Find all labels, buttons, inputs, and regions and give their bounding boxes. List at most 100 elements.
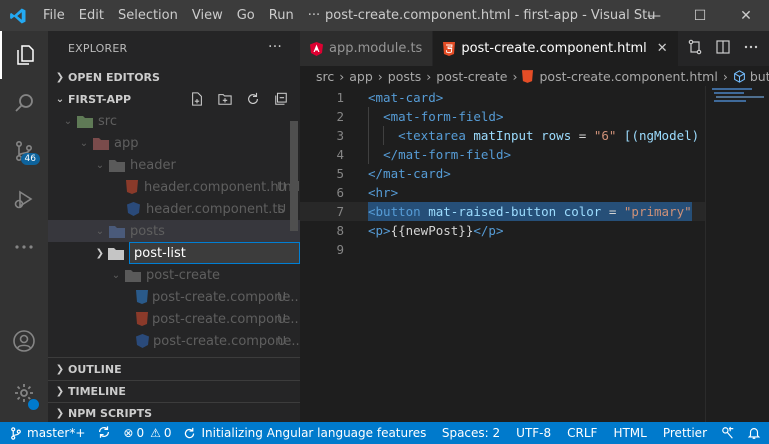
collapse-all-icon[interactable] bbox=[270, 92, 292, 106]
code-line[interactable]: 3 <textarea matInput rows = "6" [(ngMode… bbox=[300, 126, 705, 145]
tree-item-post-create[interactable]: ⌄ post-create bbox=[48, 264, 300, 286]
tree-item-header[interactable]: ⌄ header bbox=[48, 154, 300, 176]
code-line[interactable]: 4 </mat-form-field> bbox=[300, 145, 705, 164]
code-line[interactable]: 2 <mat-form-field> bbox=[300, 107, 705, 126]
menu-edit[interactable]: Edit bbox=[72, 0, 111, 31]
folder-icon bbox=[108, 158, 126, 172]
code-token: "6" bbox=[593, 128, 617, 143]
sync-status[interactable] bbox=[91, 422, 117, 444]
line-code: <button mat-raised-button color = "prima… bbox=[368, 202, 692, 221]
open-editors-section[interactable]: ❯ OPEN EDITORS bbox=[48, 66, 300, 88]
tree-item-label: posts bbox=[130, 223, 165, 239]
notifications-bell-icon[interactable] bbox=[741, 422, 769, 444]
breadcrumb-item[interactable]: posts bbox=[388, 69, 422, 84]
menu-more[interactable]: ··· bbox=[301, 0, 327, 31]
untracked-status: U bbox=[277, 290, 286, 304]
rename-input[interactable] bbox=[129, 242, 300, 264]
open-editors-label: OPEN EDITORS bbox=[68, 70, 160, 84]
chevron-down-icon: ⌄ bbox=[111, 269, 121, 281]
close-window-button[interactable]: ✕ bbox=[723, 0, 769, 31]
tree-item-header-ts[interactable]: header.component.ts U bbox=[48, 198, 300, 220]
settings-icon[interactable] bbox=[0, 369, 48, 417]
line-number: 2 bbox=[336, 109, 344, 124]
menu-selection[interactable]: Selection bbox=[111, 0, 185, 31]
minimize-button[interactable]: — bbox=[631, 0, 677, 31]
account-icon[interactable] bbox=[0, 317, 48, 365]
breadcrumb-item[interactable]: src bbox=[316, 69, 334, 84]
tab-post-create-html[interactable]: post-create.component.html ✕ bbox=[433, 31, 679, 66]
code-line[interactable]: 9 bbox=[300, 240, 705, 259]
menu-view[interactable]: View bbox=[185, 0, 230, 31]
more-icon[interactable] bbox=[0, 223, 48, 271]
timeline-section[interactable]: ❯ TIMELINE bbox=[48, 380, 300, 402]
tab-label: app.module.ts bbox=[329, 41, 423, 56]
problems-status[interactable]: ⊗ 0 ⚠ 0 bbox=[117, 422, 177, 444]
minimap[interactable] bbox=[705, 86, 769, 422]
line-number: 5 bbox=[336, 166, 344, 181]
breadcrumb-item[interactable]: post-create.component.html bbox=[539, 69, 717, 84]
explorer-icon[interactable] bbox=[0, 31, 48, 79]
html-file-icon bbox=[136, 312, 148, 326]
explorer-more-button[interactable]: ··· bbox=[268, 39, 282, 55]
line-number: 9 bbox=[336, 242, 344, 257]
tab-app-module[interactable]: app.module.ts bbox=[300, 31, 434, 66]
tree-item-post-create-ts[interactable]: post-create.compone... U bbox=[48, 330, 300, 352]
chevron-right-icon: › bbox=[722, 68, 728, 84]
task-status[interactable]: Initializing Angular language features bbox=[177, 422, 432, 444]
code-token: <p> bbox=[368, 223, 391, 238]
tree-item-post-create-css[interactable]: post-create.compone... U bbox=[48, 286, 300, 308]
breadcrumb: src › app › posts › post-create › post-creat… bbox=[300, 66, 769, 86]
new-file-icon[interactable] bbox=[186, 92, 208, 106]
editor-actions bbox=[687, 31, 769, 66]
angular-icon bbox=[310, 41, 323, 56]
branch-status[interactable]: master*+ bbox=[0, 422, 91, 444]
code-token: = bbox=[571, 128, 594, 143]
code-token: matInput bbox=[473, 128, 534, 143]
close-tab-icon[interactable]: ✕ bbox=[657, 41, 668, 56]
code-line[interactable]: 6 <hr> bbox=[300, 183, 705, 202]
title-bar: File Edit Selection View Go Run ··· post… bbox=[0, 0, 769, 31]
outline-section[interactable]: ❯ OUTLINE bbox=[48, 358, 300, 380]
code-token: <textarea bbox=[398, 128, 466, 143]
open-changes-icon[interactable] bbox=[687, 39, 703, 58]
code-line[interactable]: 7 <button mat-raised-button color = "prim… bbox=[300, 202, 705, 221]
breadcrumb-item[interactable]: post-create bbox=[436, 69, 507, 84]
more-actions-icon[interactable] bbox=[743, 39, 759, 58]
line-code: <mat-card> bbox=[368, 88, 443, 107]
code-line[interactable]: 8 <p>{{newPost}}</p> bbox=[300, 221, 705, 240]
tree-item-app[interactable]: ⌄ app bbox=[48, 132, 300, 154]
split-editor-icon[interactable] bbox=[715, 39, 731, 58]
code-token: mat-raised-button bbox=[428, 204, 557, 219]
run-debug-icon[interactable] bbox=[0, 175, 48, 223]
sidebar-scrollbar[interactable] bbox=[290, 121, 298, 231]
maximize-button[interactable]: ☐ bbox=[677, 0, 723, 31]
breadcrumb-item[interactable]: app bbox=[349, 69, 373, 84]
menu-file[interactable]: File bbox=[36, 0, 72, 31]
breadcrumb-item[interactable]: button bbox=[750, 69, 769, 84]
language-mode-status[interactable]: HTML bbox=[605, 422, 654, 444]
menu-go[interactable]: Go bbox=[230, 0, 262, 31]
refresh-icon[interactable] bbox=[242, 92, 264, 106]
source-control-icon[interactable]: 46 bbox=[0, 127, 48, 175]
code-token: color bbox=[563, 204, 602, 219]
new-folder-icon[interactable] bbox=[214, 92, 236, 106]
code-line[interactable]: 1 <mat-card> bbox=[300, 88, 705, 107]
formatter-status[interactable]: Prettier bbox=[655, 422, 715, 444]
tree-item-label: src bbox=[98, 113, 117, 129]
tree-item-post-list[interactable]: ❯ bbox=[48, 242, 300, 264]
tree-item-posts[interactable]: ⌄ posts bbox=[48, 220, 300, 242]
eol-status[interactable]: CRLF bbox=[559, 422, 605, 444]
search-icon[interactable] bbox=[0, 79, 48, 127]
feedback-icon[interactable] bbox=[715, 422, 741, 444]
code-editor[interactable]: 1 <mat-card> 2 <mat-form-field> 3 <textarea… bbox=[300, 86, 705, 422]
encoding-status[interactable]: UTF-8 bbox=[508, 422, 559, 444]
npm-scripts-section[interactable]: ❯ NPM SCRIPTS bbox=[48, 402, 300, 422]
project-section[interactable]: ⌄ FIRST-APP bbox=[48, 88, 300, 110]
line-code: <textarea matInput rows = "6" [(ngModel) bbox=[368, 126, 699, 145]
indentation-status[interactable]: Spaces: 2 bbox=[434, 422, 508, 444]
tree-item-header-html[interactable]: header.component.html U bbox=[48, 176, 300, 198]
menu-run[interactable]: Run bbox=[262, 0, 301, 31]
code-line[interactable]: 5 </mat-card> bbox=[300, 164, 705, 183]
tree-item-post-create-html[interactable]: post-create.compone... U bbox=[48, 308, 300, 330]
tree-item-src[interactable]: ⌄ src bbox=[48, 110, 300, 132]
